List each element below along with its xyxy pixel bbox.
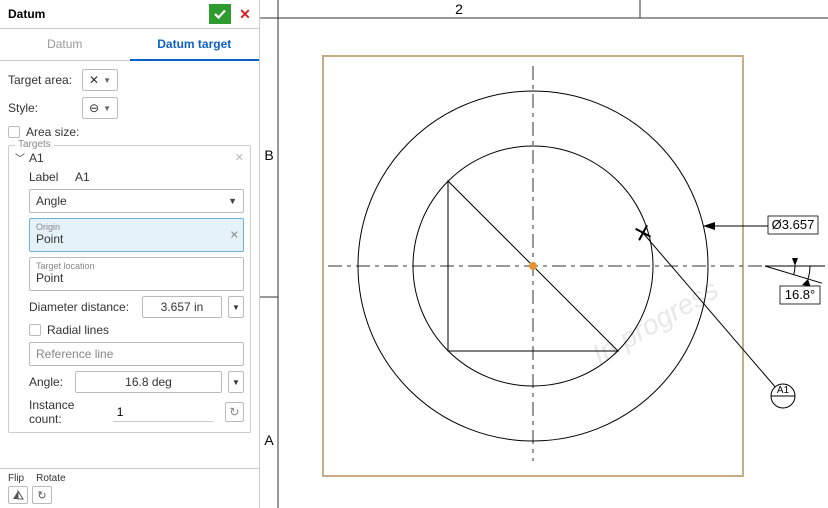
style-row: Style: ⊖ ▼ bbox=[8, 97, 251, 119]
radial-lines-row: Radial lines bbox=[29, 323, 244, 337]
datum-panel: Datum ✕ Datum Datum target Target area: … bbox=[0, 0, 260, 508]
chevron-down-icon[interactable]: ﹀ bbox=[15, 150, 25, 165]
style-symbol-icon: ⊖ bbox=[89, 101, 99, 115]
area-size-checkbox[interactable] bbox=[8, 126, 20, 138]
chevron-down-icon: ▼ bbox=[228, 196, 237, 206]
instance-row: Instance count: ↻ bbox=[29, 398, 244, 426]
target-location-field[interactable]: Target location Point bbox=[29, 257, 244, 291]
target-area-row: Target area: ✕ ▼ bbox=[8, 69, 251, 91]
area-size-row: Area size: bbox=[8, 125, 251, 139]
target-name: A1 bbox=[29, 151, 231, 165]
target-item-row[interactable]: ﹀ A1 ✕ bbox=[15, 150, 244, 165]
panel-title: Datum bbox=[8, 7, 45, 21]
style-select[interactable]: ⊖ ▼ bbox=[82, 97, 118, 119]
drawing-canvas[interactable]: 2 B A In progress bbox=[260, 0, 828, 508]
panel-body: Target area: ✕ ▼ Style: ⊖ ▼ Area size: T… bbox=[0, 61, 259, 469]
instance-input[interactable] bbox=[113, 403, 213, 422]
tab-datum[interactable]: Datum bbox=[0, 29, 130, 60]
flip-label: Flip bbox=[8, 473, 24, 484]
flip-rotate-row: Flip Rotate ↻ bbox=[0, 469, 259, 508]
flip-button[interactable] bbox=[8, 486, 28, 504]
target-area-x-icon: ✕ bbox=[89, 73, 99, 87]
cancel-button[interactable]: ✕ bbox=[235, 4, 255, 24]
targets-group: Targets ﹀ A1 ✕ Label A1 Angle ▼ bbox=[8, 145, 251, 433]
row-b-label: B bbox=[264, 147, 273, 163]
origin-field[interactable]: Origin Point ✕ bbox=[29, 218, 244, 252]
instance-label: Instance count: bbox=[29, 398, 107, 426]
angle-stepper[interactable]: ▼ bbox=[228, 371, 244, 393]
angle-dropdown-value: Angle bbox=[36, 194, 67, 208]
checkmark-icon bbox=[213, 7, 227, 21]
refresh-button[interactable]: ↻ bbox=[225, 402, 244, 422]
target-area-label: Target area: bbox=[8, 73, 76, 87]
target-location-label: Target location bbox=[36, 261, 237, 271]
radial-lines-label: Radial lines bbox=[47, 323, 109, 337]
target-location-value: Point bbox=[36, 271, 237, 285]
diameter-input[interactable]: 3.657 in bbox=[142, 296, 222, 318]
tab-datum-target[interactable]: Datum target bbox=[130, 29, 260, 61]
origin-value: Point bbox=[36, 232, 225, 246]
radial-lines-checkbox[interactable] bbox=[29, 324, 41, 336]
targets-group-label: Targets bbox=[15, 139, 54, 150]
target-area-select[interactable]: ✕ ▼ bbox=[82, 69, 118, 91]
area-size-label: Area size: bbox=[26, 125, 79, 139]
rotate-label: Rotate bbox=[36, 473, 65, 484]
chevron-down-icon: ▼ bbox=[103, 76, 111, 85]
panel-header: Datum ✕ bbox=[0, 0, 259, 29]
tab-bar: Datum Datum target bbox=[0, 29, 259, 61]
diameter-label: Diameter distance: bbox=[29, 300, 136, 314]
close-icon: ✕ bbox=[239, 6, 251, 23]
col-label: 2 bbox=[455, 1, 463, 17]
confirm-button[interactable] bbox=[209, 4, 231, 24]
angle-dimension: 16.8° bbox=[785, 287, 816, 302]
rotate-button[interactable]: ↻ bbox=[32, 486, 52, 504]
delete-target-icon[interactable]: ✕ bbox=[235, 151, 244, 164]
label-label: Label bbox=[29, 170, 69, 184]
diameter-row: Diameter distance: 3.657 in ▼ bbox=[29, 296, 244, 318]
row-a-label: A bbox=[264, 432, 274, 448]
angle-dropdown[interactable]: Angle ▼ bbox=[29, 189, 244, 213]
chevron-down-icon: ▼ bbox=[103, 104, 111, 113]
angle-row: Angle: 16.8 deg ▼ bbox=[29, 371, 244, 393]
reference-line-input[interactable]: Reference line bbox=[29, 342, 244, 366]
label-value: A1 bbox=[75, 170, 90, 184]
watermark-text: In progress bbox=[587, 273, 724, 370]
flip-icon bbox=[12, 489, 24, 501]
origin-label: Origin bbox=[36, 222, 225, 232]
diameter-dimension: Ø3.657 bbox=[772, 217, 815, 232]
datum-balloon-text: A1 bbox=[777, 385, 790, 396]
clear-origin-icon[interactable]: ✕ bbox=[230, 229, 239, 242]
angle-input[interactable]: 16.8 deg bbox=[75, 371, 222, 393]
style-label: Style: bbox=[8, 101, 76, 115]
angle-row-label: Angle: bbox=[29, 375, 69, 389]
diameter-stepper[interactable]: ▼ bbox=[228, 296, 244, 318]
